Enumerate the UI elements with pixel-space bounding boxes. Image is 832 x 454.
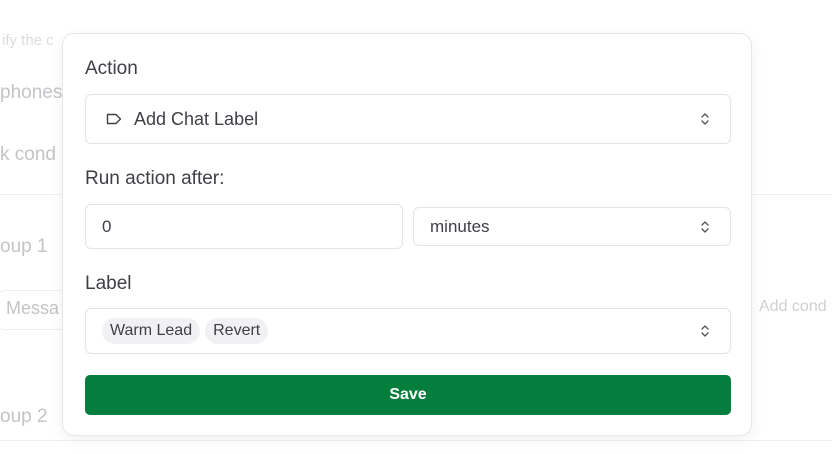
background-hint-text: ify the c	[2, 32, 54, 49]
action-select[interactable]: Add Chat Label	[85, 94, 731, 144]
chevron-up-down-icon	[701, 220, 709, 233]
chevron-up-down-icon	[701, 113, 709, 125]
chevron-up-down-icon	[701, 325, 709, 337]
action-select-value: Add Chat Label	[134, 108, 259, 129]
time-unit-value: minutes	[430, 216, 490, 236]
background-group-1-title: oup 1	[0, 236, 48, 257]
label-field-label: Label	[85, 273, 132, 294]
background-message-text: Messa	[6, 298, 60, 318]
background-add-condition-button: Add cond	[759, 298, 827, 315]
label-chip[interactable]: Warm Lead	[102, 318, 201, 344]
time-unit-select[interactable]: minutes	[413, 207, 731, 246]
action-modal: Action Add Chat Label Run action after: …	[62, 33, 752, 436]
label-multiselect[interactable]: Warm Lead Revert	[85, 308, 731, 354]
background-condition-label: k cond	[0, 144, 56, 165]
background-phones-label: phones	[0, 82, 63, 103]
save-button[interactable]: Save	[85, 375, 731, 415]
run-after-input[interactable]	[85, 204, 403, 249]
tag-icon	[106, 113, 122, 125]
action-field-label: Action	[85, 58, 138, 79]
background-divider	[0, 440, 832, 441]
label-chip[interactable]: Revert	[205, 318, 269, 344]
background-group-2-title: oup 2	[0, 406, 48, 427]
run-after-label: Run action after:	[85, 168, 225, 189]
